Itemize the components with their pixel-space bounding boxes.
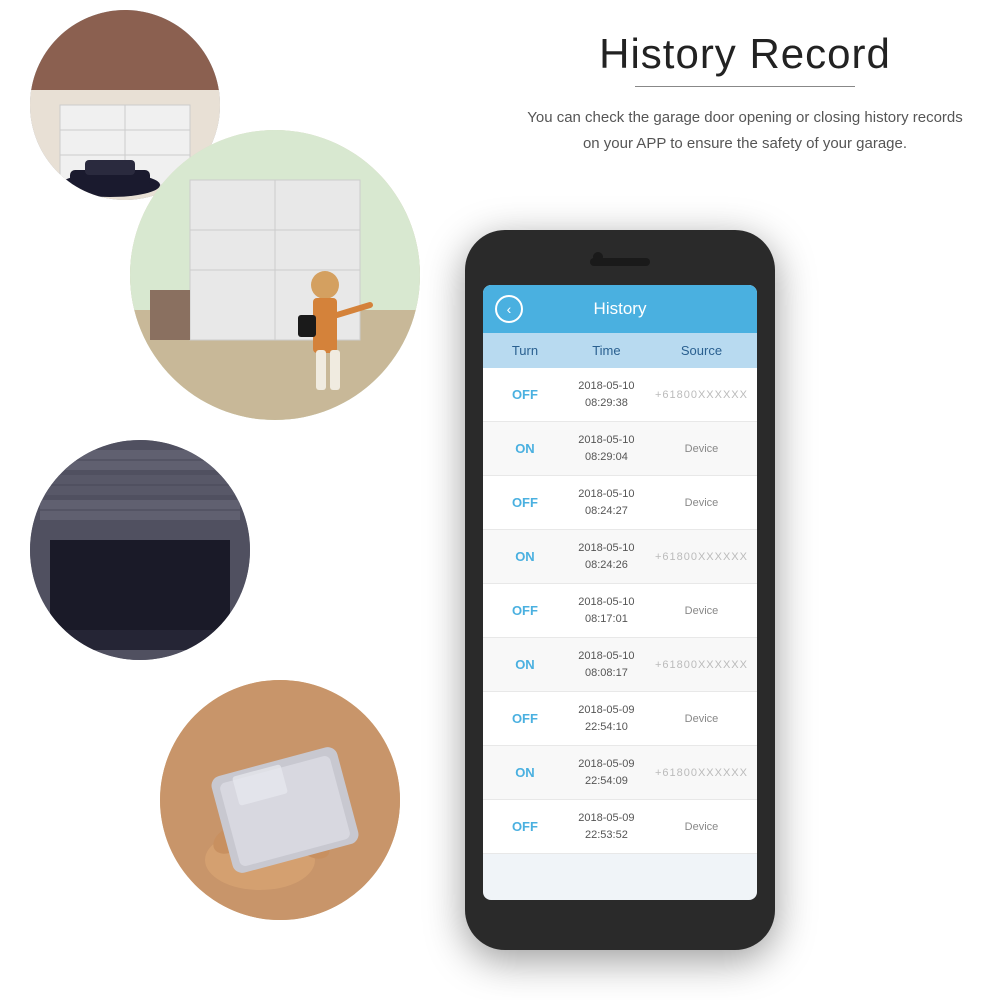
cell-source: Device bbox=[654, 605, 749, 617]
cell-turn: ON bbox=[491, 441, 559, 456]
phone-speaker bbox=[590, 258, 650, 266]
cell-time: 2018-05-1008:08:17 bbox=[559, 648, 654, 681]
right-panel: History Record You can check the garage … bbox=[490, 0, 1000, 260]
col-time: Time bbox=[559, 343, 654, 358]
cell-time: 2018-05-1008:29:04 bbox=[559, 432, 654, 465]
cell-source: +61800XXXXXX bbox=[654, 551, 749, 563]
cell-source: Device bbox=[654, 443, 749, 455]
table-row: OFF2018-05-1008:24:27Device bbox=[483, 476, 757, 530]
cell-source: Device bbox=[654, 497, 749, 509]
cell-time: 2018-05-1008:24:26 bbox=[559, 540, 654, 573]
table-row: OFF2018-05-0922:53:52Device bbox=[483, 800, 757, 854]
title-divider bbox=[635, 86, 855, 87]
subtitle: You can check the garage door opening or… bbox=[507, 105, 983, 156]
cell-source: +61800XXXXXX bbox=[654, 659, 749, 671]
table-row: ON2018-05-0922:54:09+61800XXXXXX bbox=[483, 746, 757, 800]
table-row: ON2018-05-1008:24:26+61800XXXXXX bbox=[483, 530, 757, 584]
back-button[interactable]: ‹ bbox=[495, 295, 523, 323]
cell-turn: ON bbox=[491, 657, 559, 672]
table-row: ON2018-05-1008:29:04Device bbox=[483, 422, 757, 476]
garage-door-circle bbox=[30, 440, 250, 660]
cell-source: Device bbox=[654, 713, 749, 725]
cell-source: Device bbox=[654, 821, 749, 833]
cell-turn: OFF bbox=[491, 387, 559, 402]
cell-turn: OFF bbox=[491, 711, 559, 726]
cell-time: 2018-05-0922:54:09 bbox=[559, 756, 654, 789]
back-icon: ‹ bbox=[507, 301, 512, 317]
table-row: ON2018-05-1008:08:17+61800XXXXXX bbox=[483, 638, 757, 692]
cell-time: 2018-05-1008:29:38 bbox=[559, 378, 654, 411]
woman-circle bbox=[130, 130, 420, 420]
circles-area bbox=[0, 0, 490, 1000]
cell-source: +61800XXXXXX bbox=[654, 767, 749, 779]
phone-hand-circle bbox=[160, 680, 400, 920]
app-title: History bbox=[594, 299, 647, 319]
cell-time: 2018-05-1008:24:27 bbox=[559, 486, 654, 519]
cell-turn: OFF bbox=[491, 603, 559, 618]
table-body: OFF2018-05-1008:29:38+61800XXXXXXON2018-… bbox=[483, 368, 757, 900]
cell-turn: ON bbox=[491, 549, 559, 564]
app-header: ‹ History bbox=[483, 285, 757, 333]
table-header: Turn Time Source bbox=[483, 333, 757, 368]
cell-source: +61800XXXXXX bbox=[654, 389, 749, 401]
table-row: OFF2018-05-0922:54:10Device bbox=[483, 692, 757, 746]
table-row: OFF2018-05-1008:17:01Device bbox=[483, 584, 757, 638]
phone-mockup: ‹ History Turn Time Source OFF2018-05-10… bbox=[465, 230, 775, 950]
cell-time: 2018-05-0922:53:52 bbox=[559, 810, 654, 843]
col-turn: Turn bbox=[491, 343, 559, 358]
cell-time: 2018-05-0922:54:10 bbox=[559, 702, 654, 735]
cell-turn: OFF bbox=[491, 495, 559, 510]
phone-screen: ‹ History Turn Time Source OFF2018-05-10… bbox=[483, 285, 757, 900]
page-title: History Record bbox=[599, 30, 891, 78]
cell-turn: ON bbox=[491, 765, 559, 780]
table-row: OFF2018-05-1008:29:38+61800XXXXXX bbox=[483, 368, 757, 422]
cell-time: 2018-05-1008:17:01 bbox=[559, 594, 654, 627]
cell-turn: OFF bbox=[491, 819, 559, 834]
col-source: Source bbox=[654, 343, 749, 358]
